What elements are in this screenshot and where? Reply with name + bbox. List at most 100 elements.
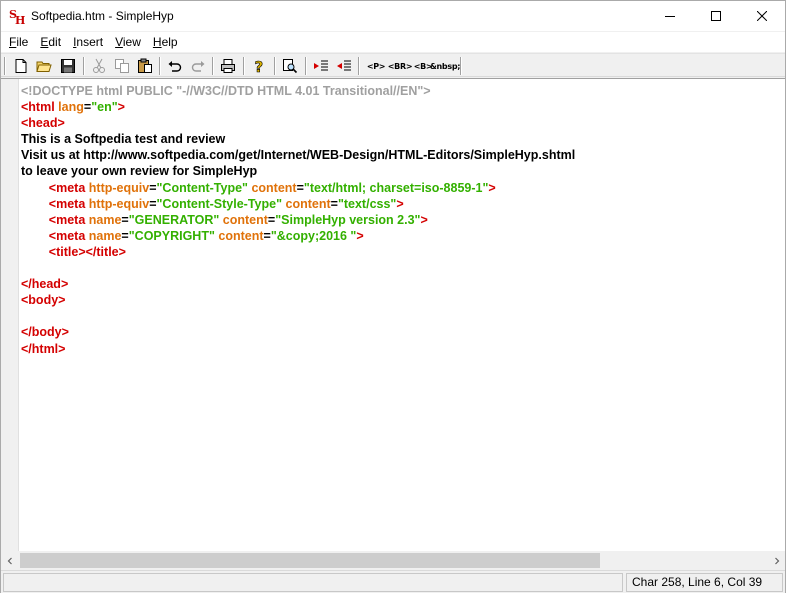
code-token-eq: = [149, 196, 157, 211]
code-token-eq: = [121, 228, 129, 243]
redo-button[interactable] [188, 56, 208, 76]
code-line[interactable]: <head> [21, 115, 781, 131]
code-token-tag: <meta [48, 212, 89, 227]
indent-button[interactable] [311, 56, 331, 76]
code-token-doctype: <!DOCTYPE html PUBLIC "-//W3C//DTD HTML … [21, 84, 431, 98]
print-icon [221, 59, 235, 73]
help-button[interactable]: ? [249, 56, 269, 76]
code-line[interactable]: to leave your own review for SimpleHyp [21, 163, 781, 179]
menu-help[interactable]: Help [147, 32, 184, 52]
code-token-eq: = [263, 228, 271, 243]
code-line[interactable] [21, 308, 781, 324]
code-token-val: "en" [91, 100, 118, 115]
code-editor[interactable]: <!DOCTYPE html PUBLIC "-//W3C//DTD HTML … [1, 78, 785, 551]
code-token-val: "&copy;2016 " [270, 228, 357, 243]
scroll-right-button[interactable] [768, 552, 785, 569]
code-line[interactable]: <html lang="en"> [21, 99, 781, 115]
maximize-button[interactable] [693, 1, 739, 31]
code-line[interactable]: <!DOCTYPE html PUBLIC "-//W3C//DTD HTML … [21, 83, 781, 99]
status-bar: Char 258, Line 6, Col 39 [1, 570, 785, 593]
paste-icon [138, 58, 152, 73]
code-line[interactable]: <meta name="GENERATOR" content="SimpleHy… [21, 212, 781, 228]
code-line[interactable] [21, 260, 781, 276]
toolbar-separator [274, 57, 276, 75]
code-token-tag: <html [21, 100, 59, 115]
code-line[interactable]: </head> [21, 276, 781, 292]
code-token-eq: = [121, 212, 129, 227]
cut-button[interactable] [89, 56, 109, 76]
print-button[interactable] [218, 56, 238, 76]
code-line[interactable]: <meta http-equiv="Content-Style-Type" co… [21, 196, 781, 212]
title-bar[interactable]: S H Softpedia.htm - SimpleHyp [1, 1, 785, 31]
code-line[interactable]: </body> [21, 324, 781, 340]
menu-file[interactable]: File [3, 32, 34, 52]
svg-text:H: H [15, 14, 25, 25]
save-button[interactable] [58, 56, 78, 76]
code-line[interactable]: <meta name="COPYRIGHT" content="&copy;20… [21, 228, 781, 244]
code-token-val: "Content-Type" [156, 180, 248, 195]
code-line[interactable]: <title></title> [21, 244, 781, 260]
undo-button[interactable] [165, 56, 185, 76]
toolbar-separator [305, 57, 307, 75]
code-token-val: "SimpleHyp version 2.3" [275, 212, 421, 227]
insert-linebreak-button[interactable]: <BR> [388, 56, 413, 76]
code-token-tag: <body> [21, 293, 66, 308]
code-token-attr: name [88, 212, 122, 227]
copy-icon [115, 59, 129, 73]
toolbar-separator [243, 57, 245, 75]
code-token-attr: content [282, 196, 331, 211]
insert-paragraph-button[interactable]: <P> [365, 56, 387, 76]
close-button[interactable] [739, 1, 785, 31]
scroll-thumb[interactable] [20, 553, 600, 568]
code-line[interactable]: <meta http-equiv="Content-Type" content=… [21, 180, 781, 196]
cursor-position: Char 258, Line 6, Col 39 [626, 573, 783, 592]
code-token-attr: name [88, 228, 122, 243]
horizontal-scrollbar[interactable] [1, 552, 785, 569]
code-token-tag: <meta [48, 180, 89, 195]
svg-text:?: ? [255, 58, 264, 74]
code-token-val: "text/css" [337, 196, 397, 211]
open-file-button[interactable] [34, 56, 54, 76]
menu-bar: File Edit Insert View Help [1, 32, 785, 52]
toolbar: ? <P> <BR> <B> &nbsp; [1, 53, 785, 77]
code-token-tag: </body> [21, 325, 69, 340]
code-token-val: "text/html; charset=iso-8859-1" [303, 180, 489, 195]
window-title: Softpedia.htm - SimpleHyp [31, 9, 174, 23]
scroll-left-button[interactable] [1, 552, 18, 569]
menu-view[interactable]: View [109, 32, 147, 52]
outdent-button[interactable] [334, 56, 354, 76]
menu-insert[interactable]: Insert [67, 32, 109, 52]
code-token-tag: > [356, 228, 364, 243]
new-file-button[interactable] [11, 56, 31, 76]
minimize-button[interactable] [647, 1, 693, 31]
status-message-pane [3, 573, 623, 592]
editor-gutter [1, 79, 19, 551]
code-text[interactable]: <!DOCTYPE html PUBLIC "-//W3C//DTD HTML … [21, 83, 781, 357]
code-line[interactable]: This is a Softpedia test and review [21, 131, 781, 147]
save-icon [61, 59, 75, 73]
code-token-text: This is a Softpedia test and review [21, 132, 226, 147]
paste-button[interactable] [135, 56, 155, 76]
code-token-val: "GENERATOR" [128, 212, 220, 227]
copy-button[interactable] [112, 56, 132, 76]
code-token-eq: = [330, 196, 338, 211]
find-icon [283, 59, 298, 74]
code-token-tag: <title></title> [48, 244, 126, 259]
new-file-icon [15, 59, 27, 73]
code-line[interactable]: Visit us at http://www.softpedia.com/get… [21, 147, 781, 163]
code-token-attr: lang [58, 100, 84, 115]
code-token-eq: = [296, 180, 304, 195]
chevron-left-icon [7, 557, 12, 564]
insert-nbsp-button[interactable]: &nbsp; [430, 56, 461, 76]
indent-icon [314, 60, 328, 71]
chevron-right-icon [774, 557, 779, 564]
menu-edit[interactable]: Edit [34, 32, 67, 52]
find-button[interactable] [280, 56, 300, 76]
open-folder-icon [36, 61, 52, 72]
code-line[interactable]: </html> [21, 341, 781, 357]
code-line[interactable]: <body> [21, 292, 781, 308]
